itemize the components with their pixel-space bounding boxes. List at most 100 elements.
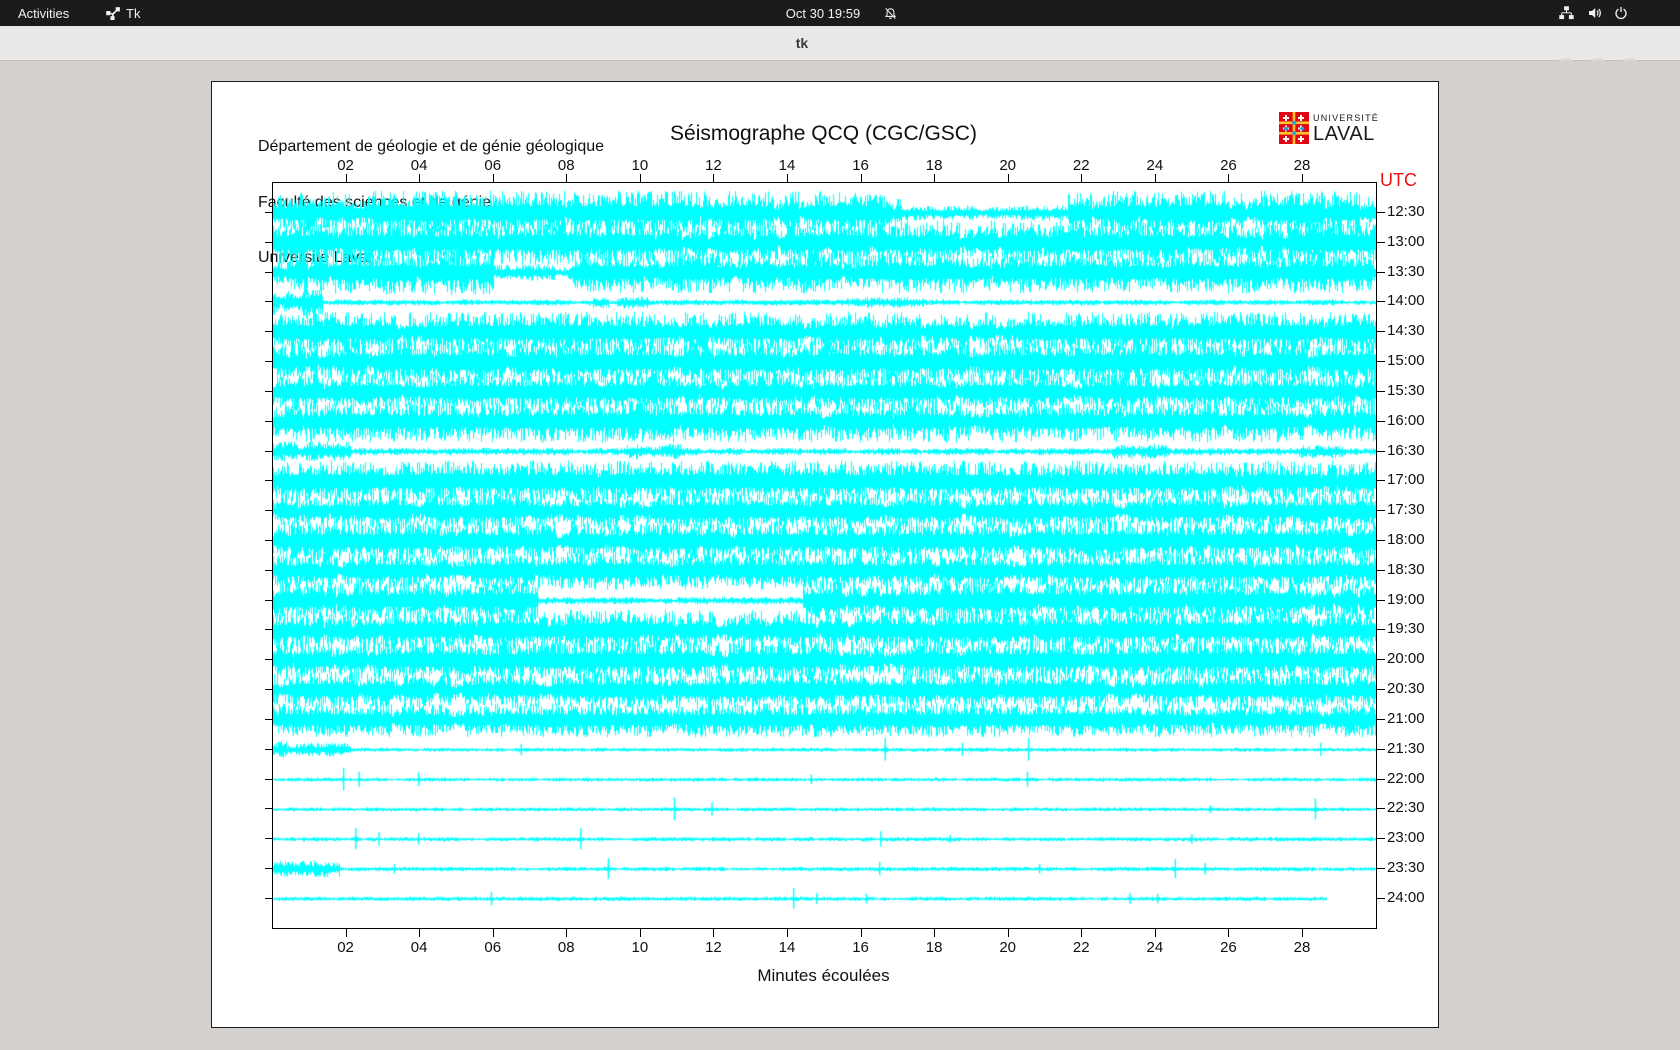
row-time-label: 16:30	[1387, 444, 1425, 458]
row-tick-left	[265, 779, 272, 780]
x-tick-label-top: 16	[841, 157, 881, 174]
network-icon[interactable]	[1559, 0, 1574, 26]
x-tick-top	[787, 174, 788, 182]
row-tick-right	[1377, 689, 1385, 690]
row-tick-left	[265, 570, 272, 571]
x-tick-label-top: 06	[473, 157, 513, 174]
row-tick-right	[1377, 540, 1385, 541]
x-tick-label-bottom: 16	[841, 939, 881, 956]
x-tick-top	[1155, 174, 1156, 182]
utc-label: UTC	[1380, 170, 1417, 191]
row-tick-left	[265, 719, 272, 720]
tk-app-menu[interactable]: Tk	[106, 0, 140, 26]
row-time-label: 21:00	[1387, 712, 1425, 726]
row-time-label: 13:00	[1387, 235, 1425, 249]
x-tick-label-top: 02	[326, 157, 366, 174]
x-tick-label-top: 26	[1208, 157, 1248, 174]
row-time-label: 23:30	[1387, 861, 1425, 875]
x-tick-label-bottom: 28	[1282, 939, 1322, 956]
row-tick-left	[265, 838, 272, 839]
x-tick-label-top: 08	[546, 157, 586, 174]
row-time-label: 22:00	[1387, 772, 1425, 786]
row-tick-right	[1377, 749, 1385, 750]
x-tick-bottom	[787, 929, 788, 937]
row-tick-right	[1377, 391, 1385, 392]
row-tick-left	[265, 629, 272, 630]
x-tick-label-top: 04	[399, 157, 439, 174]
row-tick-right	[1377, 570, 1385, 571]
x-tick-bottom	[1302, 929, 1303, 937]
row-tick-left	[265, 540, 272, 541]
power-icon[interactable]	[1614, 0, 1628, 26]
row-tick-left	[265, 689, 272, 690]
x-tick-label-bottom: 06	[473, 939, 513, 956]
row-tick-left	[265, 898, 272, 899]
x-tick-top	[419, 174, 420, 182]
x-tick-top	[346, 174, 347, 182]
row-tick-left	[265, 361, 272, 362]
row-tick-right	[1377, 868, 1385, 869]
gnome-top-bar: Activities Tk Oct 30 19:59	[0, 0, 1680, 26]
activities-label: Activities	[18, 6, 69, 21]
x-tick-label-top: 18	[914, 157, 954, 174]
row-time-label: 19:30	[1387, 622, 1425, 636]
x-tick-bottom	[1228, 929, 1229, 937]
activities-button[interactable]: Activities	[18, 0, 69, 26]
row-tick-right	[1377, 212, 1385, 213]
laval-logo: UNIVERSITÉ LAVAL	[1279, 112, 1379, 144]
x-tick-bottom	[861, 929, 862, 937]
x-tick-bottom	[566, 929, 567, 937]
row-time-label: 20:00	[1387, 652, 1425, 666]
x-tick-label-bottom: 20	[988, 939, 1028, 956]
row-time-label: 12:30	[1387, 205, 1425, 219]
row-tick-right	[1377, 659, 1385, 660]
row-tick-right	[1377, 331, 1385, 332]
row-time-label: 13:30	[1387, 265, 1425, 279]
logo-laval-text: LAVAL	[1313, 124, 1379, 144]
row-tick-left	[265, 659, 272, 660]
window-title-bar[interactable]: tk	[0, 26, 1680, 61]
x-tick-label-bottom: 14	[767, 939, 807, 956]
x-tick-top	[493, 174, 494, 182]
row-tick-right	[1377, 719, 1385, 720]
logo-universite-text: UNIVERSITÉ	[1313, 114, 1379, 123]
x-tick-label-bottom: 04	[399, 939, 439, 956]
x-tick-label-top: 24	[1135, 157, 1175, 174]
x-tick-label-top: 28	[1282, 157, 1322, 174]
row-time-label: 15:00	[1387, 354, 1425, 368]
x-tick-label-top: 14	[767, 157, 807, 174]
x-tick-top	[640, 174, 641, 182]
x-tick-bottom	[493, 929, 494, 937]
x-tick-top	[1228, 174, 1229, 182]
row-tick-right	[1377, 779, 1385, 780]
laval-shield-icon	[1279, 112, 1309, 144]
row-tick-left	[265, 510, 272, 511]
x-tick-label-bottom: 08	[546, 939, 586, 956]
x-tick-bottom	[419, 929, 420, 937]
row-time-label: 17:30	[1387, 503, 1425, 517]
row-time-label: 16:00	[1387, 414, 1425, 428]
desktop-screen: Activities Tk Oct 30 19:59	[0, 0, 1680, 1050]
x-tick-bottom	[1155, 929, 1156, 937]
window-title: tk	[0, 26, 1604, 60]
x-tick-top	[1302, 174, 1303, 182]
row-tick-right	[1377, 242, 1385, 243]
volume-icon[interactable]	[1588, 0, 1603, 26]
row-tick-right	[1377, 600, 1385, 601]
plot-title: Séismographe QCQ (CGC/GSC)	[272, 122, 1375, 146]
row-tick-right	[1377, 361, 1385, 362]
clock-menu[interactable]: Oct 30 19:59	[786, 0, 860, 26]
x-axis-label: Minutes écoulées	[272, 966, 1375, 986]
row-tick-left	[265, 480, 272, 481]
x-tick-label-top: 10	[620, 157, 660, 174]
row-tick-right	[1377, 808, 1385, 809]
row-tick-left	[265, 600, 272, 601]
row-tick-left	[265, 749, 272, 750]
tk-icon	[106, 6, 120, 20]
row-time-label: 14:00	[1387, 294, 1425, 308]
row-time-label: 21:30	[1387, 742, 1425, 756]
x-tick-bottom	[1008, 929, 1009, 937]
row-tick-left	[265, 272, 272, 273]
clock-label: Oct 30 19:59	[786, 6, 860, 21]
row-tick-right	[1377, 510, 1385, 511]
